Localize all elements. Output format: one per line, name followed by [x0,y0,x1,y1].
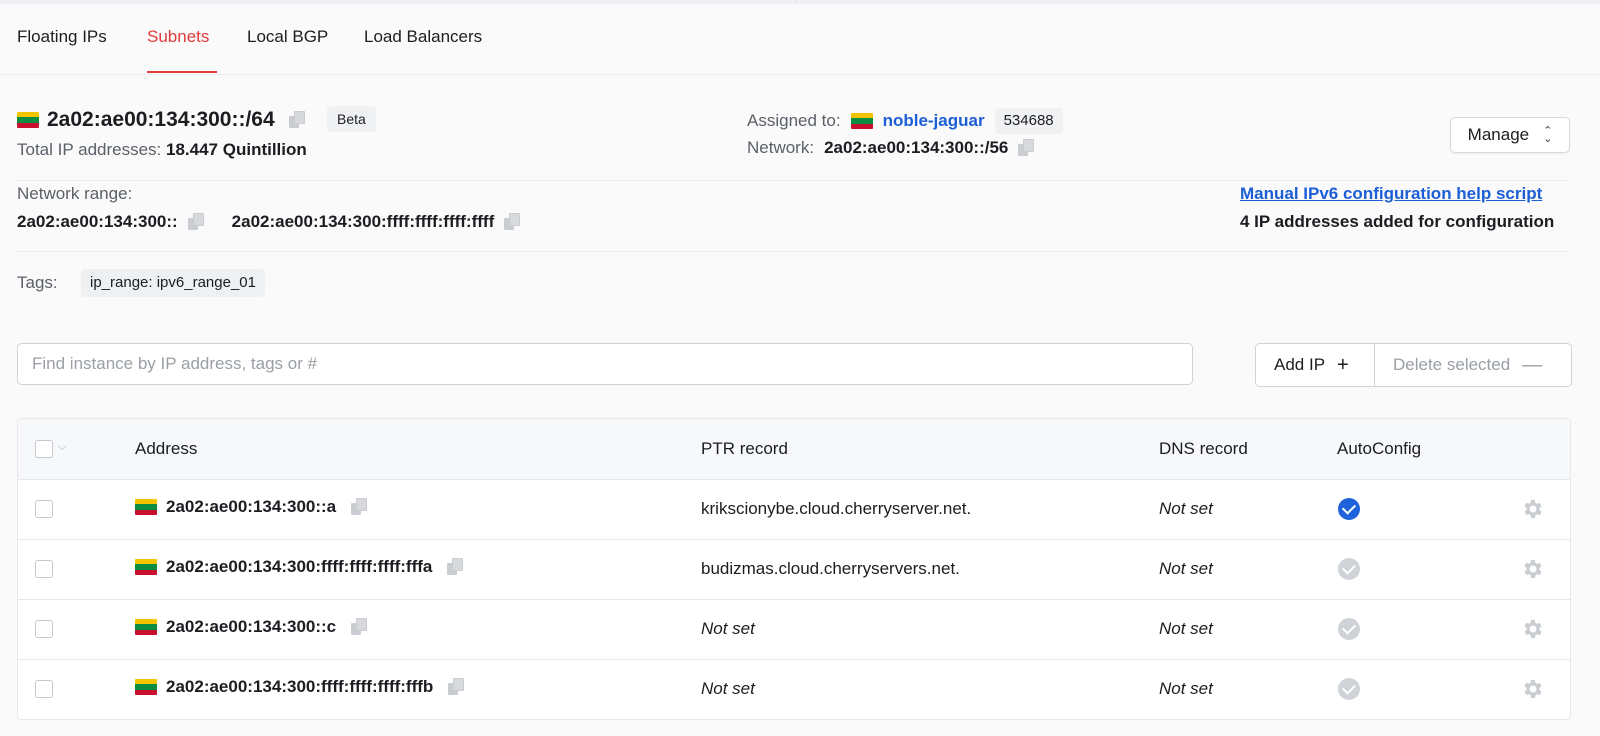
address-cell: 2a02:ae00:134:300::c [135,617,368,637]
row-checkbox[interactable] [35,500,53,518]
active-tab-indicator [147,71,217,73]
table-header: ⌵ Address PTR record DNS record AutoConf… [18,419,1570,480]
network-range: 2a02:ae00:134:300:: 2a02:ae00:134:300:ff… [17,212,521,232]
manage-button[interactable]: Manage ⌃ ⌄ [1450,117,1570,153]
plus-icon: + [1337,353,1349,376]
row-checkbox[interactable] [35,620,53,638]
gear-icon[interactable] [1520,557,1544,581]
network-range-label: Network range: [17,184,133,203]
delete-selected-label: Delete selected [1393,355,1511,374]
subnet-title: 2a02:ae00:134:300::/64 [17,108,305,132]
address-cell: 2a02:ae00:134:300:ffff:ffff:ffff:fffb [135,677,465,697]
divider [17,180,1569,181]
tab-subnets[interactable]: Subnets [147,27,209,47]
copy-icon[interactable] [447,558,464,576]
gear-icon[interactable] [1520,617,1544,641]
column-dns-record: DNS record [1159,439,1248,458]
lithuania-flag-icon [850,113,873,129]
copy-icon[interactable] [351,498,368,516]
table-row: 2a02:ae00:134:300:ffff:ffff:ffff:fffb No… [18,659,1570,719]
total-ip-addresses: Total IP addresses: 18.447 Quintillion [17,140,307,160]
ptr-record: Not set [701,679,755,698]
delete-selected-button[interactable]: Delete selected — [1375,344,1571,386]
table-row: 2a02:ae00:134:300:ffff:ffff:ffff:fffa bu… [18,539,1570,600]
column-ptr-record: PTR record [701,439,788,458]
table-row: 2a02:ae00:134:300::c Not set Not set [18,599,1570,660]
assigned-to: Assigned to: noble-jaguar 534688 [747,108,1063,134]
divider [17,251,1569,252]
copy-icon[interactable] [448,678,465,696]
dns-record: Not set [1159,559,1213,578]
copy-icon[interactable] [187,213,204,231]
gear-icon[interactable] [1520,497,1544,521]
server-link[interactable]: noble-jaguar [883,111,985,131]
network-value: 2a02:ae00:134:300::/56 [824,138,1009,157]
chevron-up-down-icon: ⌃ ⌄ [1543,125,1553,145]
address-cell: 2a02:ae00:134:300:ffff:ffff:ffff:fffa [135,557,464,577]
minus-icon: — [1522,353,1543,376]
dns-record: Not set [1159,679,1213,698]
network-label: Network: [747,138,815,157]
tags-label: Tags: [17,273,58,292]
gear-icon[interactable] [1520,677,1544,701]
autoconfig-disabled-icon[interactable] [1338,558,1360,580]
chevron-down-icon[interactable]: ⌵ [58,441,66,454]
assigned-label: Assigned to: [747,111,841,130]
range-start: 2a02:ae00:134:300:: [17,212,178,231]
dns-record: Not set [1159,499,1213,518]
table-row: 2a02:ae00:134:300::a krikscionybe.cloud.… [18,479,1570,540]
tab-floating-ips[interactable]: Floating IPs [17,27,107,47]
total-label: Total IP addresses: [17,140,162,159]
lithuania-flag-icon [135,619,157,635]
lithuania-flag-icon [135,499,157,515]
autoconfig-disabled-icon[interactable] [1338,678,1360,700]
ptr-record: Not set [701,619,755,638]
column-autoconfig: AutoConfig [1337,439,1422,458]
tab-load-balancers[interactable]: Load Balancers [364,27,482,47]
ipv6-help-script-link[interactable]: Manual IPv6 configuration help script [1240,184,1542,204]
ptr-record: krikscionybe.cloud.cherryserver.net. [701,499,972,518]
total-value: 18.447 Quintillion [166,140,307,159]
search-input[interactable] [17,343,1193,385]
manage-label: Manage [1467,125,1530,144]
tab-bar: Floating IPs Subnets Local BGP Load Bala… [0,0,1600,75]
ip-address: 2a02:ae00:134:300::a [166,497,337,516]
tab-local-bgp[interactable]: Local BGP [247,27,328,47]
ip-address: 2a02:ae00:134:300:ffff:ffff:ffff:fffb [166,677,434,696]
copy-icon[interactable] [351,618,368,636]
select-all-checkbox[interactable] [35,440,53,458]
autoconfig-disabled-icon[interactable] [1338,618,1360,640]
ip-table: ⌵ Address PTR record DNS record AutoConf… [17,418,1571,720]
server-id-badge: 534688 [994,108,1063,134]
autoconfig-enabled-icon[interactable] [1338,498,1360,520]
lithuania-flag-icon [135,559,157,575]
copy-icon[interactable] [288,111,305,129]
config-note: 4 IP addresses added for configuration [1240,212,1555,231]
subnet-cidr: 2a02:ae00:134:300::/64 [47,108,275,131]
network-info: Network: 2a02:ae00:134:300::/56 [747,138,1035,158]
range-end: 2a02:ae00:134:300:ffff:ffff:ffff:ffff [231,212,495,231]
copy-icon[interactable] [504,213,521,231]
address-cell: 2a02:ae00:134:300::a [135,497,368,517]
row-checkbox[interactable] [35,680,53,698]
add-ip-label: Add IP [1274,355,1326,374]
ip-address: 2a02:ae00:134:300:ffff:ffff:ffff:fffa [166,557,433,576]
dns-record: Not set [1159,619,1213,638]
lithuania-flag-icon [17,112,39,128]
copy-icon[interactable] [1018,139,1035,157]
row-checkbox[interactable] [35,560,53,578]
beta-badge: Beta [327,106,376,132]
lithuania-flag-icon [135,679,157,695]
add-ip-button[interactable]: Add IP + [1256,344,1375,386]
ip-address: 2a02:ae00:134:300::c [166,617,337,636]
tag-chip: ip_range: ipv6_range_01 [81,269,265,297]
action-buttons: Add IP + Delete selected — [1255,343,1572,387]
ptr-record: budizmas.cloud.cherryservers.net. [701,559,960,578]
column-address: Address [135,439,198,458]
